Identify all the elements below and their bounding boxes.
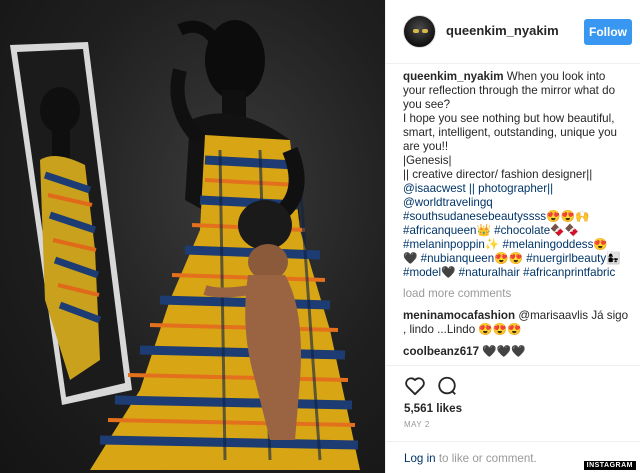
comment-item: coolbeanz617 🖤🖤🖤 [403,345,631,359]
login-link[interactable]: Log in [404,452,436,465]
header-username[interactable]: queenkim_nyakim [446,23,559,38]
post-actions: 5,561 likes MAY 2 Log in to like or comm… [386,365,640,473]
comment-icon[interactable] [436,375,458,397]
caption: queenkim_nyakim When you look into your … [403,70,631,280]
load-more-comments-link[interactable]: load more comments [403,287,631,301]
caption-mention[interactable]: @worldtravelingq [403,196,631,210]
caption-username[interactable]: queenkim_nyakim [403,70,504,83]
comment-item: meninamocafashion @marisaavlis Já sigo ,… [403,309,631,337]
caption-hashtags[interactable]: #southsudanesebeautyssss😍😍🙌 [403,210,631,224]
post-header: queenkim_nyakim Follow [386,0,640,64]
likes-count[interactable]: 5,561 likes [404,402,462,415]
caption-line: I hope you see nothing but how beautiful… [403,112,617,153]
caption-line: || creative director/ fashion designer|| [403,168,593,181]
login-rest: to like or comment. [435,452,537,465]
avatar[interactable] [403,15,436,48]
heart-icon[interactable] [404,376,426,396]
login-prompt: Log in to like or comment. [404,452,537,465]
comment-username[interactable]: meninamocafashion [403,309,515,322]
caption-hashtags[interactable]: #model🖤 #naturalhair #africanprintfabric [403,266,631,280]
instagram-watermark: INSTAGRAM [583,461,636,470]
caption-hashtags[interactable]: #africanqueen👑 #chocolate🍫🍫 [403,224,631,238]
post-date: MAY 2 [404,420,430,429]
comments-area: queenkim_nyakim When you look into your … [403,70,631,365]
photo-illustration [10,20,360,470]
caption-hashtags[interactable]: #melaninpoppin✨ #melaningoddess😍 [403,238,631,252]
comment-text: 🖤🖤🖤 [482,345,526,358]
caption-line: |Genesis| [403,154,452,167]
follow-button[interactable]: Follow [584,19,632,45]
post-side-panel: queenkim_nyakim Follow queenkim_nyakim W… [385,0,640,473]
post-photo[interactable] [0,0,385,473]
caption-hashtags[interactable]: 🖤 #nubianqueen😍😍 #nuergirlbeauty👩‍👧 [403,252,631,266]
caption-mention[interactable]: @isaacwest || photographer|| [403,182,631,196]
comment-username[interactable]: coolbeanz617 [403,345,479,358]
